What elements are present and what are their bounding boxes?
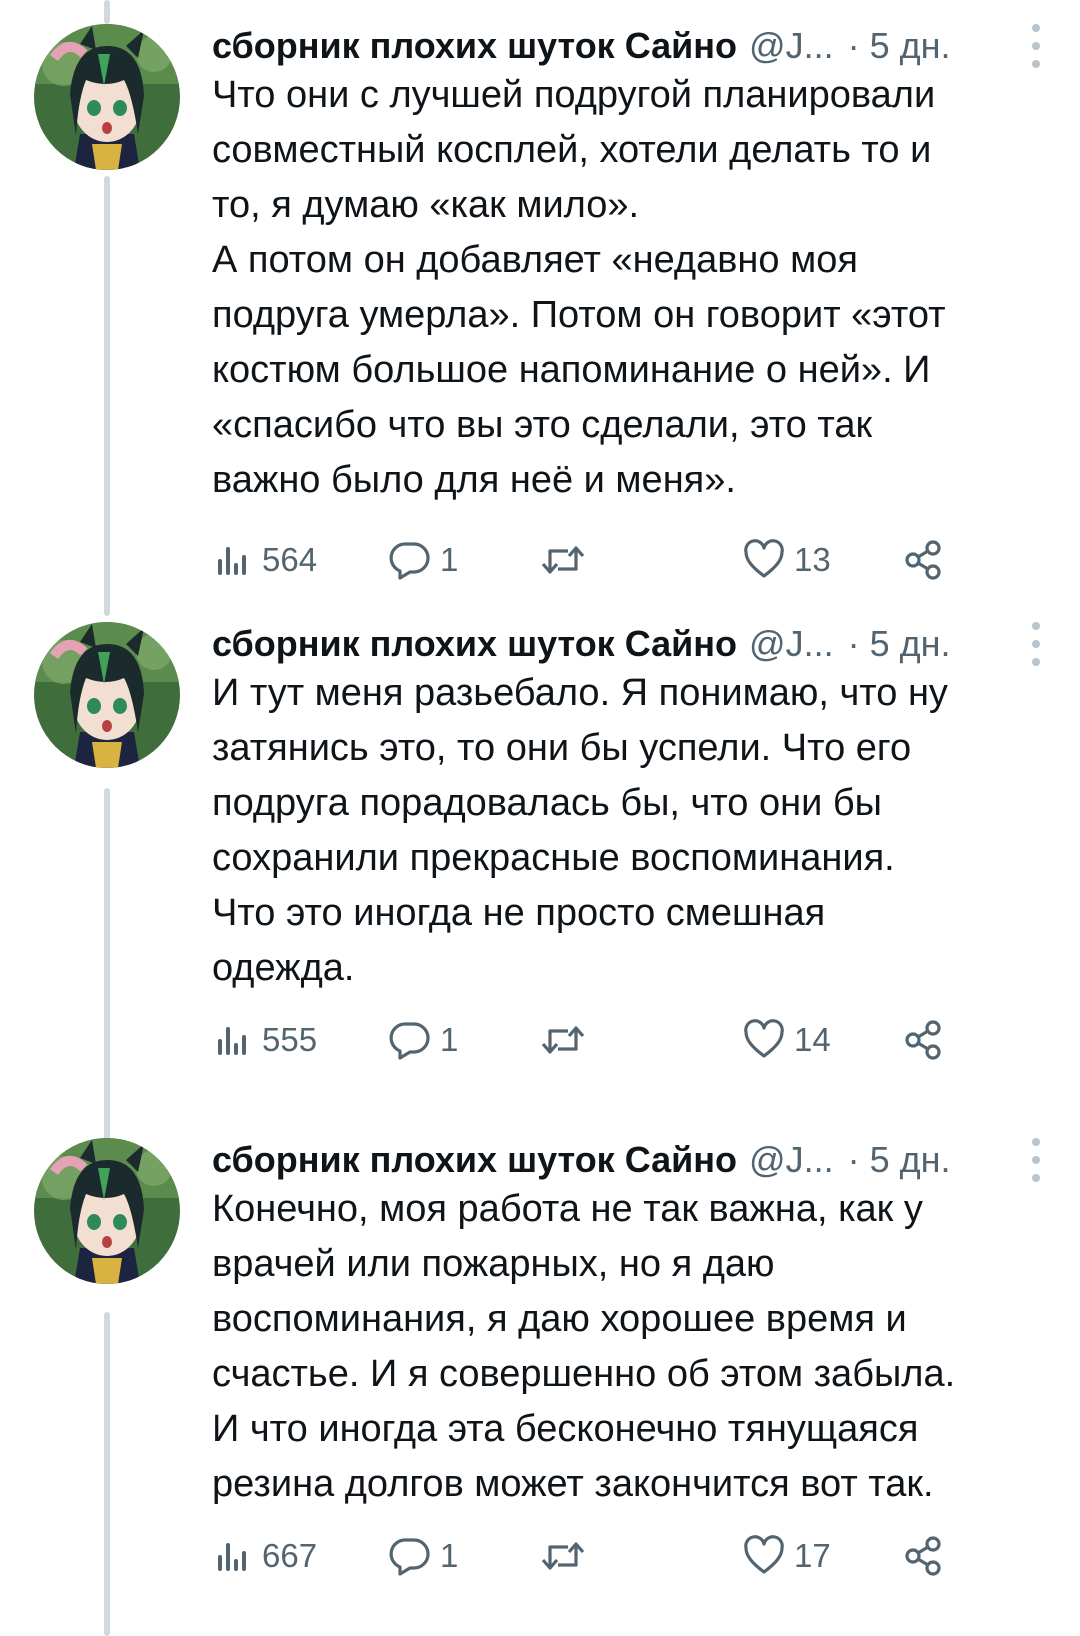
tweet-text-line: врачей или пожарных, но я даю [212,1243,775,1285]
thread-line [104,176,110,616]
tweet-text-line: подруга порадовалась бы, что они бы [212,782,882,824]
heart-icon [744,539,784,578]
tweet-actions: 555 1 14 [212,1012,972,1068]
more-vertical-icon[interactable] [1028,24,1044,68]
thread-line [104,788,110,1142]
thread-line [104,0,110,24]
bar-chart-icon [218,547,246,575]
timestamp[interactable]: 5 дн. [870,1139,951,1181]
reply-count: 1 [440,1021,459,1058]
tweet-text-line: «спасибо что вы это сделали, это так [212,404,873,446]
avatar-image [34,1138,180,1284]
author-handle[interactable]: @J... [749,1139,834,1181]
avatar[interactable] [34,24,180,170]
tweet-actions: 667 1 17 [212,1528,972,1584]
author-handle[interactable]: @J... [749,623,834,665]
author-handle[interactable]: @J... [749,25,834,67]
author-name[interactable]: сборник плохих шуток Сайно [212,25,737,67]
tweet-text-line: костюм большое напоминание о ней». И [212,349,931,391]
retweet-button[interactable] [540,532,586,588]
tweet-text-line: важно было для неё и меня». [212,459,736,501]
like-count: 14 [794,1021,831,1058]
views-count: 555 [262,1021,318,1058]
tweet-text-line: Что они с лучшей подругой планировали [212,74,936,116]
tweet-header: сборник плохих шуток Сайно @J... · 5 дн. [212,18,1056,74]
tweet-header: сборник плохих шуток Сайно @J... · 5 дн. [212,616,1056,672]
avatar-image [34,622,180,768]
like-button[interactable]: 13 [742,532,831,588]
retweet-icon [541,1542,585,1570]
bar-chart-icon [218,1027,246,1055]
separator-dot: · [847,1139,860,1180]
tweet-text-line: подруга умерла». Потом он говорит «этот [212,294,946,336]
separator-dot: · [847,623,860,664]
tweet-header: сборник плохих шуток Сайно @J... · 5 дн. [212,1132,1056,1188]
reply-count: 1 [440,541,459,578]
tweet-text-line: И тут меня разьебало. Я понимаю, что ну [212,672,948,714]
views-count: 667 [262,1537,318,1574]
like-button[interactable]: 17 [742,1528,831,1584]
share-button[interactable] [902,532,946,588]
views-count: 564 [262,541,318,578]
share-icon [905,1020,941,1060]
more-vertical-icon[interactable] [1028,622,1044,666]
retweet-button[interactable] [540,1528,586,1584]
tweet-text-line: резина долгов может закончится вот так. [212,1463,934,1505]
reply-bubble-icon [389,1538,430,1576]
avatar[interactable] [34,1138,180,1284]
heart-icon [744,1535,784,1574]
timestamp[interactable]: 5 дн. [870,25,951,67]
author-name[interactable]: сборник плохих шуток Сайно [212,1139,737,1181]
separator-dot: · [847,25,860,66]
tweet-text: И тут меня разьебало. Я понимаю, что ну … [212,666,1072,996]
retweet-button[interactable] [540,1012,586,1068]
thread-line [104,1312,110,1636]
views-button[interactable]: 555 [212,1012,317,1068]
tweet-text: Конечно, моя работа не так важна, как у … [212,1182,1072,1512]
tweet-text-line: счастье. И я совершенно об этом забыла. [212,1353,956,1395]
retweet-icon [541,546,585,574]
author-name[interactable]: сборник плохих шуток Сайно [212,623,737,665]
tweet-text-line: совместный косплей, хотели делать то и [212,129,932,171]
tweet-actions: 564 1 13 [212,532,972,588]
share-button[interactable] [902,1528,946,1584]
like-button[interactable]: 14 [742,1012,831,1068]
like-count: 13 [794,541,831,578]
reply-button[interactable]: 1 [388,1528,458,1584]
tweet-text-line: Конечно, моя работа не так важна, как у [212,1188,923,1230]
like-count: 17 [794,1537,831,1574]
views-button[interactable]: 667 [212,1528,317,1584]
tweet-text-line: сохранили прекрасные воспоминания. [212,837,895,879]
share-button[interactable] [902,1012,946,1068]
tweet-text-line: затянись это, то они бы успели. Что его [212,727,912,769]
retweet-icon [541,1026,585,1054]
tweet-text-line: А потом он добавляет «недавно моя [212,239,858,281]
avatar[interactable] [34,622,180,768]
tweet-text-line: воспоминания, я даю хорошее время и [212,1298,907,1340]
tweet-text-line: И что иногда эта бесконечно тянущаяся [212,1408,919,1450]
reply-count: 1 [440,1537,459,1574]
reply-bubble-icon [389,1022,430,1060]
tweet-text-line: то, я думаю «как мило». [212,184,640,226]
tweet-text: Что они с лучшей подругой планировали со… [212,68,1072,508]
share-icon [905,1536,941,1576]
reply-bubble-icon [389,542,430,580]
reply-button[interactable]: 1 [388,532,458,588]
reply-button[interactable]: 1 [388,1012,458,1068]
tweet-text-line: одежда. [212,947,355,989]
timestamp[interactable]: 5 дн. [870,623,951,665]
more-vertical-icon[interactable] [1028,1138,1044,1182]
heart-icon [744,1019,784,1058]
avatar-image [34,24,180,170]
tweet-text-line: Что это иногда не просто смешная [212,892,826,934]
share-icon [905,540,941,580]
bar-chart-icon [218,1543,246,1571]
views-button[interactable]: 564 [212,532,317,588]
